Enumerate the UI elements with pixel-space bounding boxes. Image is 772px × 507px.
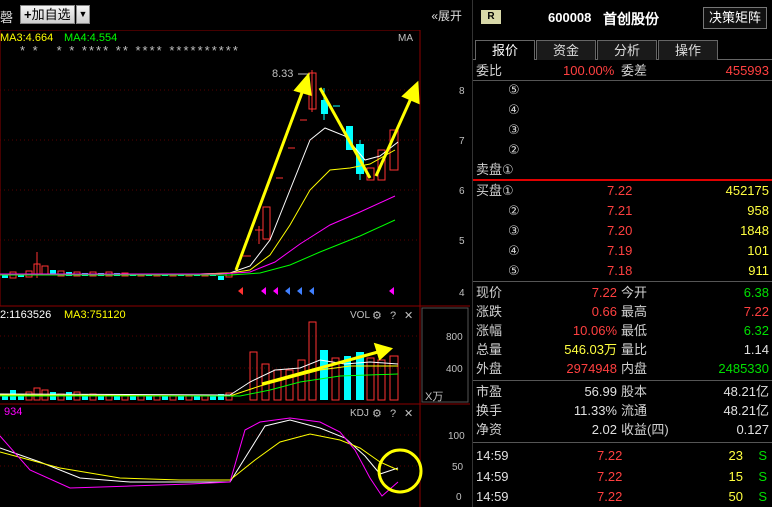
quote-panel: R 600008 首创股份 决策矩阵 报价 资金 分析 操作 委比 100.00… (472, 0, 772, 507)
panel-header: R 600008 首创股份 决策矩阵 (473, 0, 772, 36)
price-axis-8: 8 (459, 86, 465, 97)
buy-row: ③ 7.20 1848 (508, 223, 769, 238)
buy-row: ② 7.21 958 (508, 203, 769, 218)
plus-icon: + (24, 7, 32, 22)
vol-ma2-label: 2:1163526 (0, 309, 51, 321)
kdj-k-line (0, 419, 399, 483)
vol-ma-yellow (0, 365, 398, 397)
sell-row: ④ (508, 102, 520, 117)
buy-row: ④ 7.19 101 (508, 243, 769, 258)
add-watchlist-button[interactable]: +加自选 (20, 5, 75, 24)
quote-row: 总量 546.03万 量比 1.14 (476, 342, 769, 357)
kdj-close-icon[interactable]: ✕ (404, 408, 413, 420)
watchlist-dropdown-button[interactable]: ▼ (76, 5, 90, 24)
vol-axis-800: 800 (446, 332, 463, 343)
kdj-highlight-circle (377, 448, 423, 494)
fund-row: 换手 11.33% 流通 48.21亿 (476, 403, 769, 418)
vol-ma3-label: MA3:751120 (64, 309, 126, 321)
volume-bars (2, 321, 399, 401)
buy-row: 买盘① 7.22 452175 (476, 183, 769, 198)
quote-row: 现价 7.22 今开 6.38 (476, 285, 769, 300)
vol-gear-icon[interactable]: ⚙ (372, 310, 382, 322)
kdj-value-label: 934 (4, 406, 22, 418)
tab-analysis[interactable]: 分析 (597, 40, 657, 60)
tick-row: 14:59 7.22 15 S (476, 469, 767, 484)
ma-green-line (0, 219, 396, 276)
expand-button[interactable]: «展开 (431, 7, 462, 24)
signal-stars: * * * * **** ** **** ********** (20, 43, 240, 58)
ma-yellow-line (0, 149, 396, 275)
tab-operation[interactable]: 操作 (658, 40, 718, 60)
vol-ma-white (0, 359, 399, 396)
vol-close-icon[interactable]: ✕ (404, 310, 413, 322)
vol-ma-green (0, 373, 399, 397)
stock-name: 首创股份 (603, 11, 659, 27)
quote-row: 涨幅 10.06% 最低 6.32 (476, 323, 769, 338)
kdj-help-icon[interactable]: ? (390, 408, 396, 420)
high-price-marker: 8.33 (272, 68, 293, 80)
decision-matrix-button[interactable]: 决策矩阵 (702, 7, 767, 29)
chart-toolbar: 磬 +加自选 ▼ «展开 (0, 0, 470, 30)
weibi-row: 委比 100.00% 委差 455993 (476, 63, 769, 78)
candles-rally (243, 70, 399, 257)
candles-flat (2, 252, 233, 280)
kdj-axis-0: 0 (456, 492, 462, 503)
signal-markers (238, 287, 394, 295)
sell-row: ⑤ (508, 82, 520, 97)
price-axis-6: 6 (459, 186, 465, 197)
kdj-j-line (0, 417, 399, 497)
kdj-axis-100: 100 (448, 431, 465, 442)
tab-quote[interactable]: 报价 (475, 40, 535, 60)
price-axis-4: 4 (459, 288, 465, 299)
fund-row: 市盈 56.99 股本 48.21亿 (476, 384, 769, 399)
buy-row: ⑤ 7.18 911 (508, 263, 769, 278)
ma-magenta-line (0, 195, 396, 275)
kdj-axis-50: 50 (452, 462, 464, 473)
rong-badge: R (481, 10, 501, 24)
toolbar-cut-label: 磬 (0, 10, 14, 25)
quote-row: 涨跌 0.66 最高 7.22 (476, 304, 769, 319)
chevron-down-icon: ▼ (78, 9, 88, 19)
vol-title: VOL (350, 310, 370, 321)
tick-row: 14:59 7.22 50 S (476, 489, 767, 504)
quote-row: 外盘 2974948 内盘 2485330 (476, 361, 769, 376)
panel-tabs: 报价 资金 分析 操作 (473, 38, 772, 60)
sell-row: 卖盘① (476, 162, 514, 177)
vol-scale-box (421, 307, 469, 403)
vol-unit: X万 (425, 391, 443, 403)
kdj-title: KDJ (350, 408, 369, 419)
price-axis-7: 7 (459, 136, 465, 147)
vol-axis-400: 400 (446, 364, 463, 375)
sell-row: ③ (508, 122, 520, 137)
rally-arrow (234, 72, 312, 271)
fund-row: 净资 2.02 收益(四) 0.127 (476, 422, 769, 437)
kline-chart-area[interactable]: MA3:4.664 MA4:4.554 MA * * * * **** ** *… (0, 29, 470, 507)
ma-white-line (0, 127, 399, 275)
kdj-gear-icon[interactable]: ⚙ (372, 408, 382, 420)
price-axis-5: 5 (459, 236, 465, 247)
stock-code: 600008 (548, 10, 592, 25)
ma-label: MA (398, 33, 413, 44)
tab-funds[interactable]: 资金 (536, 40, 596, 60)
tick-row: 14:59 7.22 23 S (476, 448, 767, 463)
vol-help-icon[interactable]: ? (390, 310, 396, 322)
sell-row: ② (508, 142, 520, 157)
kdj-d-line (0, 433, 399, 481)
